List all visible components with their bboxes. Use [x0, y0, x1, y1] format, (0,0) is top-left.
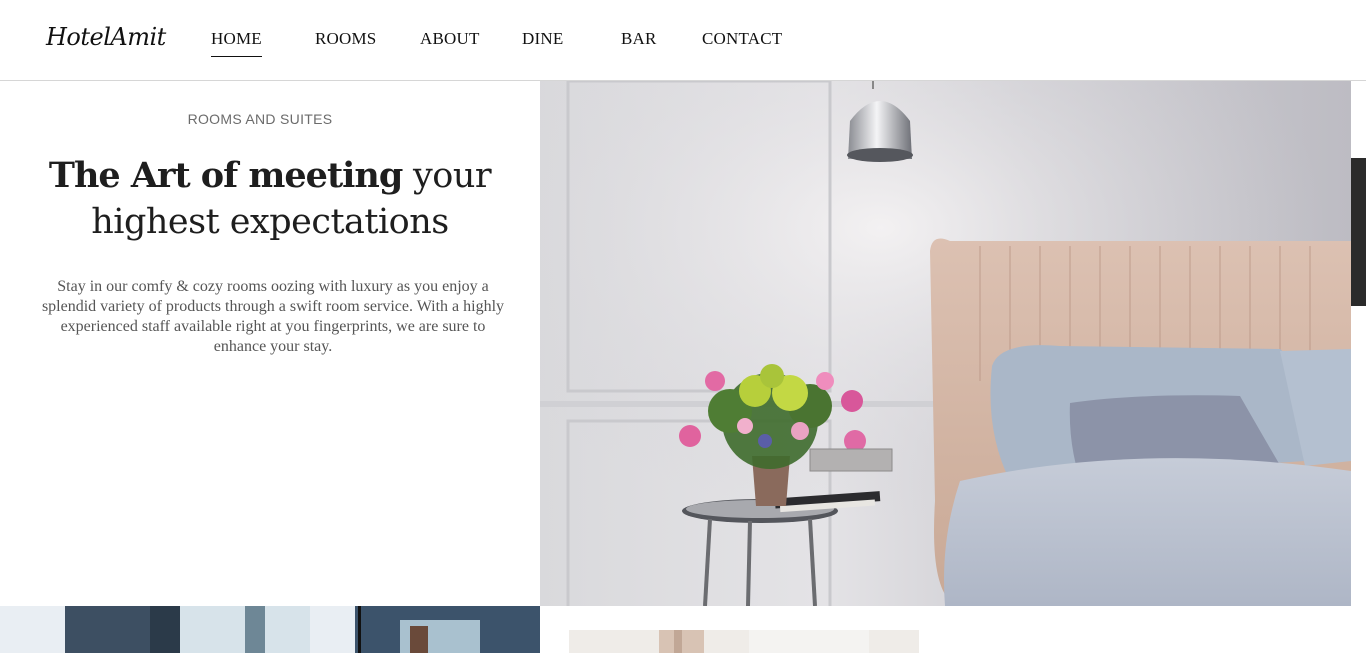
- nav-dine[interactable]: DINE: [522, 29, 563, 49]
- room-preview-illustration: [569, 630, 919, 653]
- site-header: HotelAmit HOME ROOMS ABOUT DINE BAR CONT…: [0, 0, 1366, 81]
- headline-light-part-1: your: [402, 156, 492, 196]
- nav-home[interactable]: HOME: [211, 29, 262, 57]
- nav-bar[interactable]: BAR: [621, 29, 657, 49]
- section-headline: The Art of meeting your highest expectat…: [0, 153, 540, 245]
- hero-room-image: [540, 81, 1351, 606]
- headline-light-part-2: highest expectations: [91, 202, 449, 242]
- lobby-illustration: [0, 606, 540, 653]
- nav-rooms[interactable]: ROOMS: [315, 29, 376, 49]
- nav-about[interactable]: ABOUT: [420, 29, 480, 49]
- nav-contact[interactable]: CONTACT: [702, 29, 782, 49]
- rooms-intro-section: ROOMS AND SUITES The Art of meeting your…: [0, 81, 540, 606]
- side-scroll-tab[interactable]: [1351, 158, 1366, 306]
- section-body-text: Stay in our comfy & cozy rooms oozing wi…: [41, 278, 505, 355]
- bedroom-illustration: [540, 81, 1351, 606]
- headline-bold-part: The Art of meeting: [48, 155, 403, 196]
- site-logo[interactable]: HotelAmit: [46, 23, 166, 51]
- room-preview-image: [569, 630, 919, 653]
- lobby-preview-image: [0, 606, 540, 653]
- section-eyebrow: ROOMS AND SUITES: [187, 111, 333, 127]
